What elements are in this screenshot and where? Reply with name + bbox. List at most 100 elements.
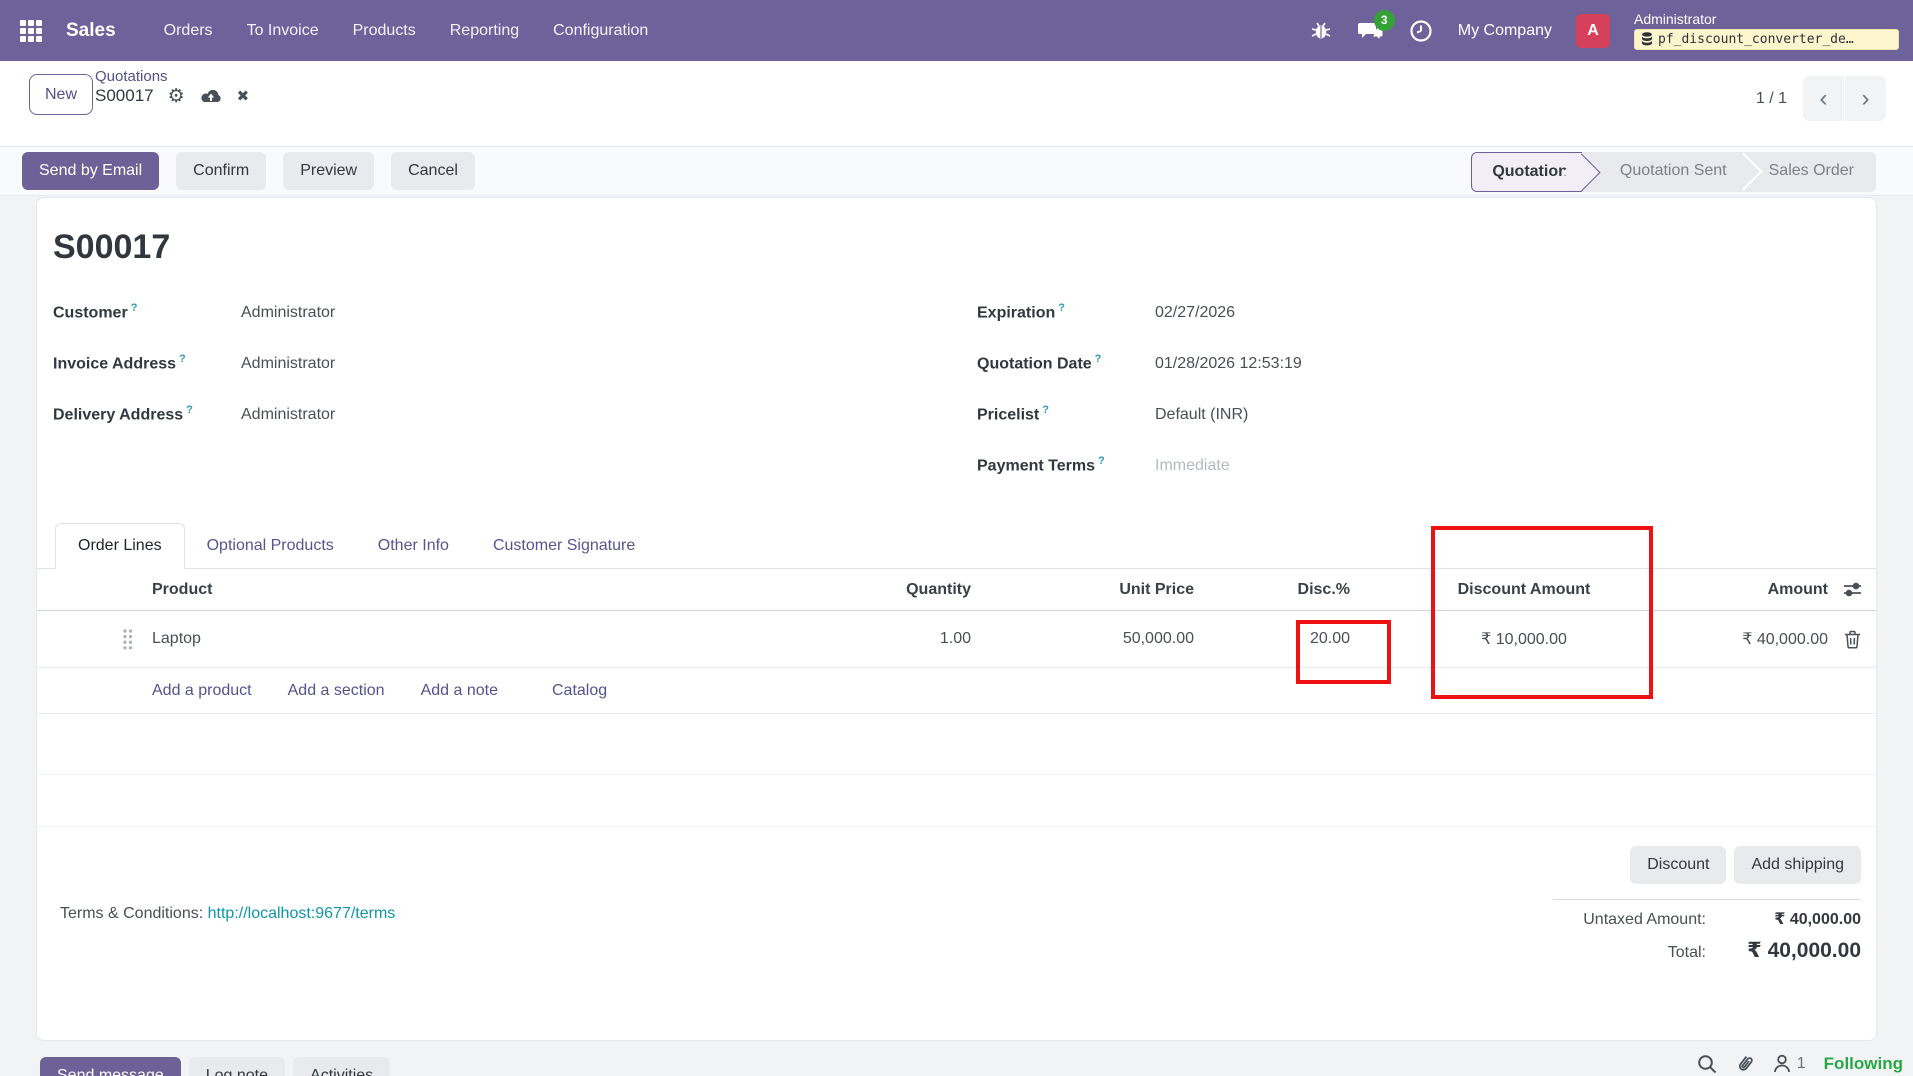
breadcrumb-quotations-link[interactable]: Quotations <box>95 68 249 85</box>
notebook: Order Lines Optional Products Other Info… <box>37 523 1876 827</box>
help-marker: ? <box>186 404 193 416</box>
cell-quantity[interactable]: 1.00 <box>827 630 977 648</box>
help-marker: ? <box>1042 404 1049 416</box>
field-delivery-address: Delivery Address? Administrator <box>53 404 753 455</box>
cancel-button[interactable]: Cancel <box>391 152 475 190</box>
discard-close-icon[interactable]: ✖ <box>237 89 250 104</box>
total-label: Total: <box>1668 944 1706 962</box>
column-disc-percent: Disc.% <box>1200 581 1360 599</box>
field-label: Invoice Address? <box>53 353 241 373</box>
app-name[interactable]: Sales <box>66 20 116 42</box>
messages-icon[interactable]: 3 <box>1358 18 1384 44</box>
status-arrow <box>1562 153 1600 191</box>
followers-icon[interactable] <box>1773 1054 1791 1073</box>
user-block[interactable]: Administrator pf_discount_converter_de… <box>1634 12 1899 50</box>
bug-glyph <box>1310 20 1332 42</box>
clock-glyph <box>1409 19 1433 43</box>
fields-right-column: Expiration? 02/27/2026 Quotation Date? 0… <box>977 302 1737 506</box>
optional-columns-icon[interactable] <box>1828 581 1876 598</box>
form-status-strip: Send by Email Confirm Preview Cancel Quo… <box>0 147 1913 196</box>
confirm-button[interactable]: Confirm <box>176 152 266 190</box>
menu-reporting[interactable]: Reporting <box>450 22 519 40</box>
invoice-address-value[interactable]: Administrator <box>241 355 335 373</box>
untaxed-amount-row: Untaxed Amount: ₹ 40,000.00 <box>1583 909 1861 929</box>
pager-previous-button[interactable]: ‹ <box>1803 76 1844 121</box>
bug-icon[interactable] <box>1308 18 1334 44</box>
add-shipping-button[interactable]: Add shipping <box>1734 846 1861 884</box>
help-marker: ? <box>179 353 186 365</box>
discount-button[interactable]: Discount <box>1630 846 1726 884</box>
field-quotation-date: Quotation Date? 01/28/2026 12:53:19 <box>977 353 1737 404</box>
quotation-date-value[interactable]: 01/28/2026 12:53:19 <box>1155 355 1302 373</box>
pager: 1 / 1 ‹ › <box>1756 76 1886 121</box>
column-quantity: Quantity <box>827 581 977 599</box>
apps-grid-glyph <box>19 19 43 43</box>
save-cloud-icon[interactable] <box>199 87 223 105</box>
add-section-link[interactable]: Add a section <box>288 682 385 700</box>
totals-zone: Discount Add shipping Untaxed Amount: ₹ … <box>1441 846 1861 963</box>
terms-link[interactable]: http://localhost:9677/terms <box>208 905 396 922</box>
field-label: Pricelist? <box>977 404 1155 424</box>
status-step-sales-order[interactable]: Sales Order <box>1743 152 1876 192</box>
new-button[interactable]: New <box>29 74 93 115</box>
payment-terms-value[interactable]: Immediate <box>1155 457 1230 475</box>
pager-next-button[interactable]: › <box>1845 76 1886 121</box>
cloud-upload-glyph <box>199 87 223 105</box>
terms-and-conditions: Terms & Conditions: http://localhost:967… <box>60 905 395 923</box>
sliders-glyph <box>1843 581 1862 598</box>
tab-customer-signature[interactable]: Customer Signature <box>471 524 657 568</box>
delivery-address-value[interactable]: Administrator <box>241 406 335 424</box>
user-avatar[interactable]: A <box>1576 14 1610 48</box>
send-message-button[interactable]: Send message <box>40 1057 181 1076</box>
order-lines-header: Product Quantity Unit Price Disc.% Disco… <box>37 569 1876 611</box>
customer-value[interactable]: Administrator <box>241 304 335 322</box>
delete-row-button[interactable] <box>1828 630 1876 649</box>
company-switcher[interactable]: My Company <box>1458 22 1552 40</box>
activity-clock-icon[interactable] <box>1408 18 1434 44</box>
breadcrumb: Quotations S00017 ⚙ ✖ <box>95 68 249 106</box>
field-expiration: Expiration? 02/27/2026 <box>977 302 1737 353</box>
menu-configuration[interactable]: Configuration <box>553 22 648 40</box>
sales-quotation-page: Sales Orders To Invoice Products Reporti… <box>0 0 1913 1076</box>
apps-grid-icon[interactable] <box>16 16 46 46</box>
untaxed-amount-label: Untaxed Amount: <box>1583 911 1706 929</box>
tab-optional-products[interactable]: Optional Products <box>185 524 356 568</box>
menu-products[interactable]: Products <box>353 22 416 40</box>
tab-other-info[interactable]: Other Info <box>356 524 471 568</box>
catalog-link[interactable]: Catalog <box>552 682 607 700</box>
following-button[interactable]: Following <box>1824 1054 1903 1074</box>
paperclip-glyph <box>1735 1053 1755 1074</box>
gear-icon[interactable]: ⚙ <box>168 87 185 106</box>
menu-to-invoice[interactable]: To Invoice <box>247 22 319 40</box>
pricelist-value[interactable]: Default (INR) <box>1155 406 1248 424</box>
cell-unit-price[interactable]: 50,000.00 <box>977 630 1200 648</box>
tab-order-lines[interactable]: Order Lines <box>55 523 185 569</box>
column-discount-amount: Discount Amount <box>1360 581 1648 599</box>
cell-disc-percent[interactable]: 20.00 <box>1200 630 1360 648</box>
form-sheet: S00017 Customer? Administrator Invoice A… <box>36 197 1877 1041</box>
add-product-link[interactable]: Add a product <box>152 682 252 700</box>
notebook-tabs: Order Lines Optional Products Other Info… <box>37 523 1876 569</box>
preview-button[interactable]: Preview <box>283 152 374 190</box>
send-by-email-button[interactable]: Send by Email <box>22 152 159 190</box>
cell-product[interactable]: Laptop <box>37 630 827 648</box>
log-note-button[interactable]: Log note <box>189 1057 285 1076</box>
help-marker: ? <box>1058 302 1065 314</box>
search-messages-icon[interactable] <box>1697 1054 1717 1074</box>
activities-button[interactable]: Activities <box>293 1057 390 1076</box>
attachments-icon[interactable] <box>1735 1053 1755 1074</box>
cell-discount-amount[interactable]: ₹ 10,000.00 <box>1360 629 1648 649</box>
add-note-link[interactable]: Add a note <box>421 682 498 700</box>
status-step-quotation-sent[interactable]: Quotation Sent <box>1598 152 1743 192</box>
order-line-row[interactable]: Laptop 1.00 50,000.00 20.00 ₹ 10,000.00 … <box>37 611 1876 668</box>
record-title[interactable]: S00017 <box>53 228 170 267</box>
order-lines-footer: Add a product Add a section Add a note C… <box>37 668 1876 714</box>
expiration-value[interactable]: 02/27/2026 <box>1155 304 1235 322</box>
column-amount: Amount <box>1648 581 1828 599</box>
terms-label: Terms & Conditions: <box>60 905 203 922</box>
status-step-label: Quotation Sent <box>1620 162 1727 179</box>
status-step-quotation[interactable]: Quotation <box>1471 152 1582 192</box>
total-value: ₹ 40,000.00 <box>1706 938 1861 963</box>
menu-orders[interactable]: Orders <box>164 22 213 40</box>
drag-handle-icon[interactable] <box>122 628 133 651</box>
